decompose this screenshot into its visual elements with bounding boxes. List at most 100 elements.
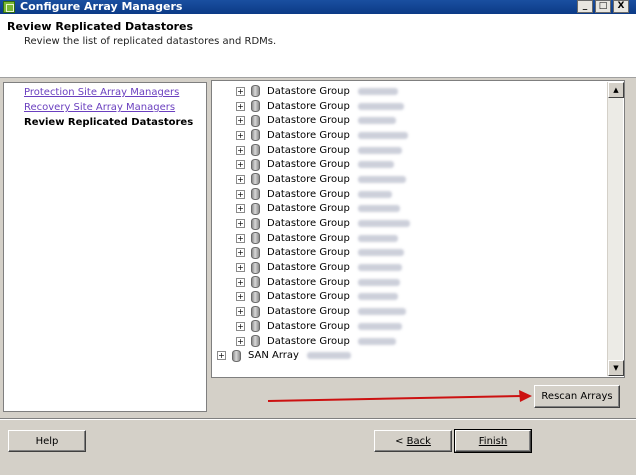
datastore-group-row[interactable]: + Datastore Group xyxy=(212,187,608,202)
redacted-name xyxy=(357,264,402,272)
datastore-group-row[interactable]: + Datastore Group xyxy=(212,304,608,319)
datastore-group-row[interactable]: + Datastore Group xyxy=(212,84,608,99)
expand-icon[interactable]: + xyxy=(236,336,245,346)
expand-icon[interactable]: + xyxy=(236,130,245,140)
redacted-name xyxy=(357,293,398,301)
redacted-name xyxy=(306,352,351,360)
expand-icon[interactable]: + xyxy=(236,263,245,273)
san-array-label: SAN Array xyxy=(248,350,299,362)
datastore-group-row[interactable]: + Datastore Group xyxy=(212,99,608,114)
page-title: Review Replicated Datastores xyxy=(7,20,194,33)
datastore-group-row[interactable]: + Datastore Group xyxy=(212,319,608,334)
datastore-group-row[interactable]: + Datastore Group xyxy=(212,231,608,246)
expand-icon[interactable]: + xyxy=(236,204,245,214)
datastore-group-row[interactable]: + Datastore Group xyxy=(212,202,608,217)
san-array-row[interactable]: + SAN Array xyxy=(212,348,608,363)
page-subtitle: Review the list of replicated datastores… xyxy=(24,36,277,47)
datastore-icon xyxy=(251,232,260,245)
datastore-group-row[interactable]: + Datastore Group xyxy=(212,128,608,143)
step-review-replicated-datastores: Review Replicated Datastores xyxy=(24,117,194,128)
datastore-group-row[interactable]: + Datastore Group xyxy=(212,290,608,305)
scroll-down-arrow-icon[interactable]: ▼ xyxy=(608,360,624,376)
datastore-group-label: Datastore Group xyxy=(267,115,350,127)
expand-icon[interactable]: + xyxy=(236,307,245,317)
datastore-group-row[interactable]: + Datastore Group xyxy=(212,172,608,187)
redacted-name xyxy=(357,87,398,95)
step-protection-site-array-managers[interactable]: Protection Site Array Managers xyxy=(4,85,206,100)
window-title: Configure Array Managers xyxy=(20,0,183,13)
datastore-group-label: Datastore Group xyxy=(267,188,350,200)
title-bar[interactable]: Configure Array Managers _ □ X xyxy=(0,0,636,14)
expand-icon[interactable]: + xyxy=(236,101,245,111)
datastore-group-label: Datastore Group xyxy=(267,129,350,141)
expand-icon[interactable]: + xyxy=(236,86,245,96)
expand-icon[interactable]: + xyxy=(236,145,245,155)
back-label: Back xyxy=(406,435,431,447)
tree-rows: + Datastore Group + Datastore Group + Datasto… xyxy=(212,84,608,363)
datastore-group-label: Datastore Group xyxy=(267,232,350,244)
redacted-name xyxy=(357,175,406,183)
redacted-name xyxy=(357,190,392,198)
datastore-icon xyxy=(251,290,260,303)
back-button[interactable]: < Back xyxy=(374,430,452,452)
expand-icon[interactable]: + xyxy=(236,292,245,302)
datastore-group-label: Datastore Group xyxy=(267,85,350,97)
redacted-name xyxy=(357,205,400,213)
expand-icon[interactable]: + xyxy=(236,233,245,243)
datastore-group-label: Datastore Group xyxy=(267,262,350,274)
datastore-tree[interactable]: + Datastore Group + Datastore Group + Datasto… xyxy=(211,80,625,378)
redacted-name xyxy=(357,161,394,169)
datastore-icon xyxy=(251,276,260,289)
redacted-name xyxy=(357,234,398,242)
scroll-up-arrow-icon[interactable]: ▲ xyxy=(608,82,624,98)
expand-icon[interactable]: + xyxy=(236,277,245,287)
wizard-footer: Help < Back Finish xyxy=(0,418,636,475)
app-icon xyxy=(3,1,15,13)
step-recovery-site-array-managers[interactable]: Recovery Site Array Managers xyxy=(4,100,206,115)
expand-icon[interactable]: + xyxy=(236,116,245,126)
minimize-button[interactable]: _ xyxy=(577,0,593,13)
datastore-icon xyxy=(251,188,260,201)
datastore-group-label: Datastore Group xyxy=(267,320,350,332)
datastore-group-label: Datastore Group xyxy=(267,203,350,215)
datastore-group-label: Datastore Group xyxy=(267,100,350,112)
expand-icon[interactable]: + xyxy=(236,219,245,229)
vertical-scrollbar[interactable]: ▲ ▼ xyxy=(607,82,624,376)
datastore-icon xyxy=(251,100,260,113)
redacted-name xyxy=(357,117,396,125)
expand-icon[interactable]: + xyxy=(236,189,245,199)
close-button[interactable]: X xyxy=(613,0,629,13)
rescan-arrays-button[interactable]: Rescan Arrays xyxy=(534,385,620,408)
expand-icon[interactable]: + xyxy=(236,160,245,170)
datastore-group-label: Datastore Group xyxy=(267,335,350,347)
datastore-group-row[interactable]: + Datastore Group xyxy=(212,113,608,128)
datastore-icon xyxy=(251,305,260,318)
datastore-group-label: Datastore Group xyxy=(267,173,350,185)
datastore-icon xyxy=(251,158,260,171)
redacted-name xyxy=(357,220,410,228)
datastore-group-label: Datastore Group xyxy=(267,218,350,230)
datastore-group-label: Datastore Group xyxy=(267,247,350,259)
datastore-group-row[interactable]: + Datastore Group xyxy=(212,216,608,231)
datastore-icon xyxy=(251,129,260,142)
redacted-name xyxy=(357,278,400,286)
datastore-group-row[interactable]: + Datastore Group xyxy=(212,143,608,158)
datastore-group-row[interactable]: + Datastore Group xyxy=(212,260,608,275)
datastore-group-row[interactable]: + Datastore Group xyxy=(212,275,608,290)
maximize-button[interactable]: □ xyxy=(595,0,611,13)
redacted-name xyxy=(357,146,402,154)
datastore-icon xyxy=(251,335,260,348)
datastore-group-row[interactable]: + Datastore Group xyxy=(212,246,608,261)
datastore-icon xyxy=(251,114,260,127)
expand-icon[interactable]: + xyxy=(236,321,245,331)
finish-button[interactable]: Finish xyxy=(454,429,532,453)
expand-icon[interactable]: + xyxy=(236,248,245,258)
datastore-icon xyxy=(251,144,260,157)
redacted-name xyxy=(357,337,396,345)
expand-icon[interactable]: + xyxy=(236,174,245,184)
datastore-group-label: Datastore Group xyxy=(267,144,350,156)
datastore-group-row[interactable]: + Datastore Group xyxy=(212,334,608,349)
expand-icon[interactable]: + xyxy=(217,351,226,361)
datastore-group-row[interactable]: + Datastore Group xyxy=(212,157,608,172)
help-button[interactable]: Help xyxy=(8,430,86,452)
